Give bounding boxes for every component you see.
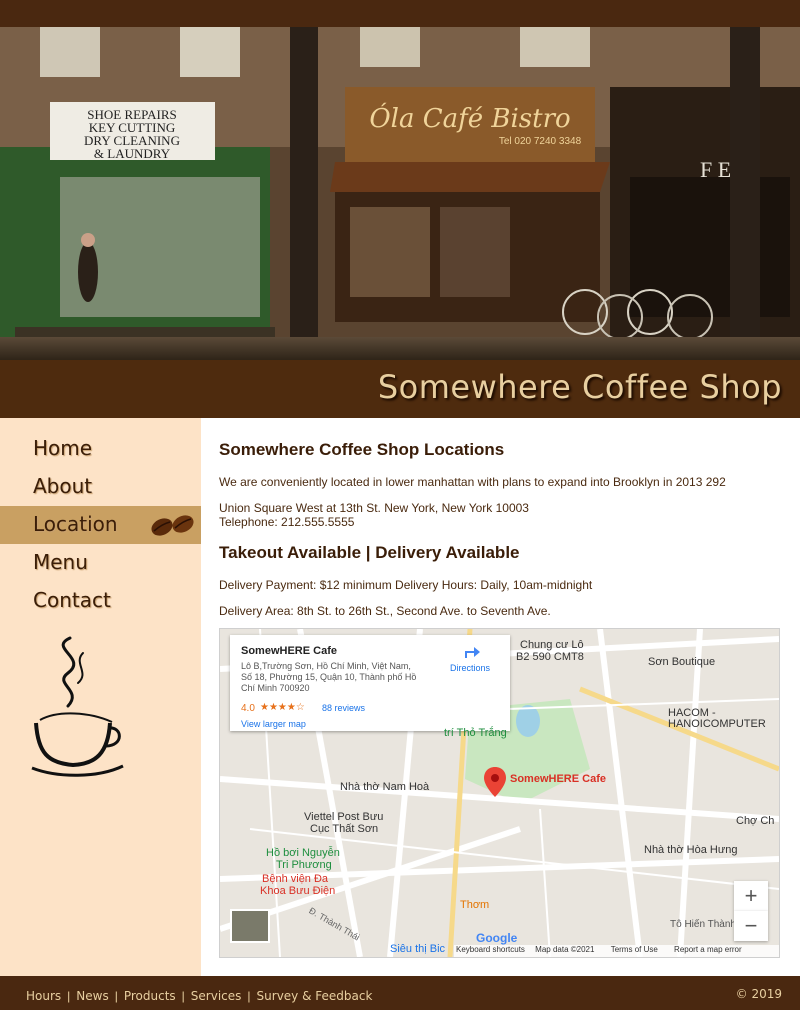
map-label: Hồ bơi Nguyễn [266, 847, 340, 859]
map-label: B2 590 CMT8 [516, 651, 584, 663]
report-map-error-link[interactable]: Report a map error [674, 945, 742, 954]
place-rating: 4.0 [241, 703, 255, 714]
rating-stars-icon: ★★★★☆ [260, 702, 305, 713]
google-logo: Google [476, 931, 518, 945]
copyright: © 2019 [735, 987, 782, 1001]
nav-item-label[interactable]: Home [33, 436, 92, 460]
cafe-phone-sign: Tel 020 7240 3348 [499, 136, 582, 147]
map-label: Nhà thờ Hòa Hưng [644, 844, 738, 856]
marker-label: SomewHERE Cafe [510, 773, 606, 785]
nav-item-label[interactable]: About [33, 474, 92, 498]
map-label: trí Thỏ Trắng [444, 727, 507, 739]
map-label: HANOICOMPUTER [668, 718, 766, 730]
map-label: Nhà thờ Nam Hoà [340, 781, 430, 793]
map-label: Tô Hiến Thành [670, 919, 736, 930]
footer-link-hours[interactable]: Hours [26, 989, 61, 1003]
location-pin-icon[interactable] [484, 767, 506, 797]
right-shop-sign: F E [700, 157, 731, 182]
map-label: Tri Phương [276, 859, 332, 871]
terms-link[interactable]: Terms of Use [611, 945, 658, 954]
map-label: Thơm [460, 899, 490, 911]
map-label: Viettel Post Bưu [304, 811, 384, 823]
intro-text: We are conveniently located in lower man… [219, 475, 726, 489]
satellite-toggle[interactable] [230, 909, 270, 943]
cafe-sign: Óla Café Bistro [369, 102, 570, 134]
footer-link-survey[interactable]: Survey & Feedback [257, 989, 373, 1003]
footer-links: Hours | News | Products | Services | Survey & Fe… [26, 989, 373, 1003]
map-label: Khoa Bưu Điện [260, 885, 336, 897]
top-bar [0, 0, 800, 27]
place-info-card: SomewHERE Cafe Lô B,Trường Sơn, Hồ Chí M… [230, 635, 510, 731]
keyboard-shortcuts-link[interactable]: Keyboard shortcuts [456, 945, 525, 954]
nav-item-menu[interactable]: Menu [0, 544, 201, 582]
map-label: Cục Thất Sơn [310, 823, 379, 835]
nav-item-home[interactable]: Home [0, 430, 201, 468]
footer-link-services[interactable]: Services [191, 989, 242, 1003]
zoom-out-button[interactable]: − [734, 911, 768, 941]
nav-item-about[interactable]: About [0, 468, 201, 506]
coffee-cup-icon [31, 636, 124, 777]
nav-item-location[interactable]: Location [0, 506, 201, 544]
site-title: Somewhere Coffee Shop [377, 368, 782, 406]
nav-item-label[interactable]: Menu [33, 550, 88, 574]
main-content: Somewhere Coffee Shop Locations We are c… [201, 418, 800, 976]
place-name: SomewHERE Cafe [241, 645, 337, 657]
laundry-sign-line-4: & LAUNDRY [94, 146, 171, 161]
view-larger-map-link[interactable]: View larger map [241, 719, 306, 729]
map-label: Siêu thị Bic [390, 943, 446, 955]
address-text: Union Square West at 13th St. New York, … [219, 501, 529, 515]
map-label: Chợ Ch [736, 815, 775, 827]
map-label: Chung cư Lô [520, 639, 584, 651]
footer: Hours | News | Products | Services | Survey & Fe… [0, 976, 800, 1010]
map-data-credit: Map data ©2021 [535, 945, 595, 954]
telephone-text: Telephone: 212.555.5555 [219, 515, 355, 529]
reviews-link[interactable]: 88 reviews [322, 703, 365, 713]
storefront-photo: SHOE REPAIRS KEY CUTTING DRY CLEANING & … [0, 27, 800, 360]
nav-item-label[interactable]: Contact [33, 588, 111, 612]
zoom-in-button[interactable]: + [734, 881, 768, 911]
map-attribution-bar: Keyboard shortcuts Map data ©2021 Terms … [454, 945, 779, 957]
map-label: Sơn Boutique [648, 656, 716, 668]
map-label: Bệnh viện Đa [262, 873, 329, 885]
sidebar: Home About Location Menu Contact [0, 418, 201, 976]
directions-icon[interactable] [462, 643, 482, 661]
takeout-heading: Takeout Available | Delivery Available [219, 543, 520, 562]
delivery-payment-text: Delivery Payment: $12 minimum Delivery H… [219, 578, 593, 592]
coffee-beans-icon [151, 515, 194, 536]
nav-item-label[interactable]: Location [33, 512, 118, 536]
title-bar: Somewhere Coffee Shop [0, 360, 800, 418]
delivery-area-text: Delivery Area: 8th St. to 26th St., Seco… [219, 604, 551, 618]
place-address: Lô B,Trường Sơn, Hồ Chí Minh, Việt Nam, … [241, 661, 417, 693]
footer-link-products[interactable]: Products [124, 989, 176, 1003]
footer-link-news[interactable]: News [76, 989, 108, 1003]
directions-link[interactable]: Directions [450, 663, 490, 673]
page-title: Somewhere Coffee Shop Locations [219, 440, 505, 459]
map-embed[interactable]: SomewHERE Cafe Lô B,Trường Sơn, Hồ Chí M… [219, 628, 780, 958]
hero-image: SHOE REPAIRS KEY CUTTING DRY CLEANING & … [0, 27, 800, 360]
nav-item-contact[interactable]: Contact [0, 582, 201, 620]
